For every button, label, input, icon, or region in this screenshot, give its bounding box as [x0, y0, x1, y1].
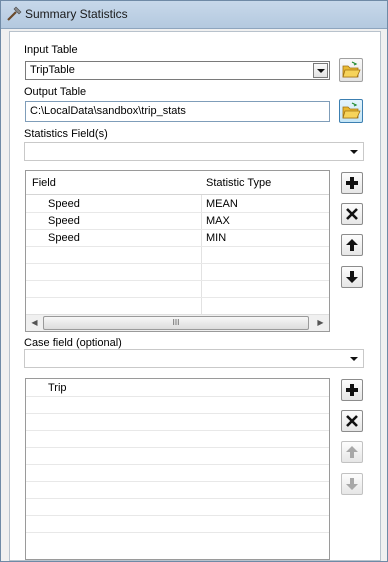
- title-bar[interactable]: Summary Statistics: [1, 1, 387, 29]
- open-folder-icon: [342, 61, 361, 78]
- row-statistic[interactable]: MIN: [206, 232, 226, 244]
- empty-row[interactable]: [26, 281, 329, 298]
- input-table-combo[interactable]: TripTable: [25, 61, 330, 80]
- row-statistic[interactable]: MEAN: [206, 198, 238, 210]
- table-row[interactable]: Speed MAX: [26, 213, 329, 230]
- empty-row[interactable]: [26, 247, 329, 264]
- window-title: Summary Statistics: [25, 7, 128, 21]
- empty-row[interactable]: [26, 482, 329, 499]
- hammer-icon: [7, 6, 22, 21]
- remove-statistic-button[interactable]: [341, 203, 363, 225]
- plus-icon: [346, 384, 358, 396]
- table-row[interactable]: Speed MEAN: [26, 196, 329, 213]
- list-item[interactable]: Trip: [26, 379, 329, 397]
- case-field-item: Trip: [48, 382, 67, 394]
- empty-row[interactable]: [26, 414, 329, 431]
- output-table-field[interactable]: C:\LocalData\sandbox\trip_stats: [25, 101, 330, 122]
- chevron-down-icon[interactable]: [313, 63, 328, 78]
- chevron-down-icon[interactable]: [350, 150, 358, 154]
- chevron-down-icon[interactable]: [350, 357, 358, 361]
- case-field-label: Case field (optional): [24, 337, 122, 349]
- statistics-field-label: Statistics Field(s): [24, 128, 108, 140]
- scroll-thumb[interactable]: III: [43, 316, 309, 330]
- row-field: Speed: [48, 198, 80, 210]
- remove-case-field-button[interactable]: [341, 410, 363, 432]
- move-up-button[interactable]: [341, 234, 363, 256]
- case-move-up-button[interactable]: [341, 441, 363, 463]
- case-field-list[interactable]: Trip: [25, 378, 330, 560]
- input-table-value: TripTable: [30, 64, 75, 76]
- x-icon: [346, 415, 358, 427]
- case-move-down-button[interactable]: [341, 473, 363, 495]
- tool-dialog: Summary Statistics Input Table TripTable…: [0, 0, 388, 562]
- horizontal-scrollbar[interactable]: ◀ III ▶: [26, 314, 329, 331]
- input-table-label: Input Table: [24, 44, 78, 56]
- empty-row[interactable]: [26, 533, 329, 550]
- output-table-label: Output Table: [24, 86, 87, 98]
- empty-row[interactable]: [26, 448, 329, 465]
- move-down-button[interactable]: [341, 266, 363, 288]
- empty-row[interactable]: [26, 465, 329, 482]
- output-table-browse-button[interactable]: [339, 99, 363, 123]
- statistics-grid[interactable]: Field Statistic Type Speed MEAN Speed MA…: [25, 170, 330, 332]
- row-statistic[interactable]: MAX: [206, 215, 230, 227]
- row-field: Speed: [48, 232, 80, 244]
- empty-row[interactable]: [26, 499, 329, 516]
- case-field-combo[interactable]: [24, 349, 364, 368]
- add-case-field-button[interactable]: [341, 379, 363, 401]
- scroll-left-icon[interactable]: ◀: [26, 315, 43, 331]
- scroll-right-icon[interactable]: ▶: [312, 315, 329, 331]
- arrow-down-icon: [346, 271, 358, 283]
- empty-row[interactable]: [26, 264, 329, 281]
- row-field: Speed: [48, 215, 80, 227]
- column-header-statistic-type[interactable]: Statistic Type: [206, 177, 271, 189]
- add-statistic-button[interactable]: [341, 172, 363, 194]
- table-row[interactable]: Speed MIN: [26, 230, 329, 247]
- grid-header: Field Statistic Type: [26, 171, 329, 195]
- arrow-down-icon: [346, 478, 358, 490]
- input-table-browse-button[interactable]: [339, 58, 363, 82]
- plus-icon: [346, 177, 358, 189]
- output-table-value: C:\LocalData\sandbox\trip_stats: [30, 105, 186, 117]
- tool-form: Input Table TripTable Output Table C:\Lo…: [9, 31, 381, 561]
- empty-row[interactable]: [26, 431, 329, 448]
- empty-row[interactable]: [26, 397, 329, 414]
- statistics-field-combo[interactable]: [24, 142, 364, 161]
- column-header-field[interactable]: Field: [32, 177, 56, 189]
- arrow-up-icon: [346, 239, 358, 251]
- arrow-up-icon: [346, 446, 358, 458]
- open-folder-icon: [342, 102, 361, 119]
- empty-row[interactable]: [26, 516, 329, 533]
- empty-row[interactable]: [26, 298, 329, 315]
- x-icon: [346, 208, 358, 220]
